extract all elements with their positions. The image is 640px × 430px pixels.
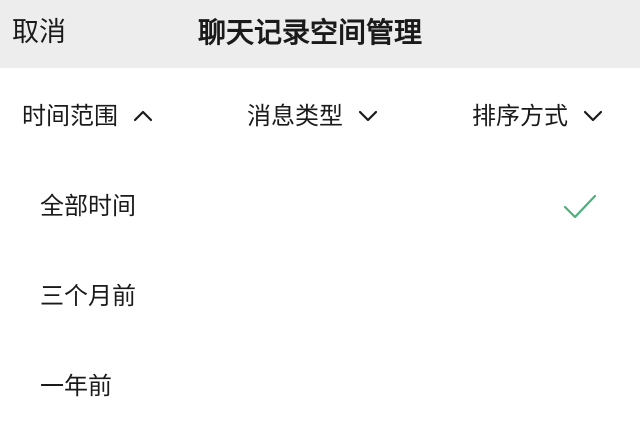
time-option-one-year-label: 一年前: [40, 372, 112, 400]
check-icon: [563, 194, 597, 219]
filter-bar: 时间范围 消息类型 排序方式: [0, 68, 640, 164]
time-option-three-months-label: 三个月前: [40, 282, 136, 310]
time-option-three-months[interactable]: 三个月前: [0, 252, 640, 340]
chevron-down-icon: [358, 110, 378, 122]
chevron-down-icon: [583, 110, 603, 122]
cancel-button[interactable]: 取消: [12, 14, 66, 52]
time-option-one-year[interactable]: 一年前: [0, 342, 640, 430]
message-type-filter[interactable]: 消息类型: [247, 96, 379, 136]
time-range-filter[interactable]: 时间范围: [22, 96, 154, 136]
chevron-up-icon: [133, 110, 153, 122]
time-range-filter-label: 时间范围: [22, 102, 118, 130]
time-option-all-label: 全部时间: [40, 192, 136, 220]
message-type-filter-label: 消息类型: [247, 102, 343, 130]
page-title: 聊天记录空间管理: [198, 16, 423, 49]
sort-order-filter[interactable]: 排序方式: [472, 96, 604, 136]
header-bar: 取消 聊天记录空间管理: [0, 0, 640, 68]
sort-order-filter-label: 排序方式: [472, 102, 568, 130]
time-option-all[interactable]: 全部时间: [0, 162, 640, 250]
